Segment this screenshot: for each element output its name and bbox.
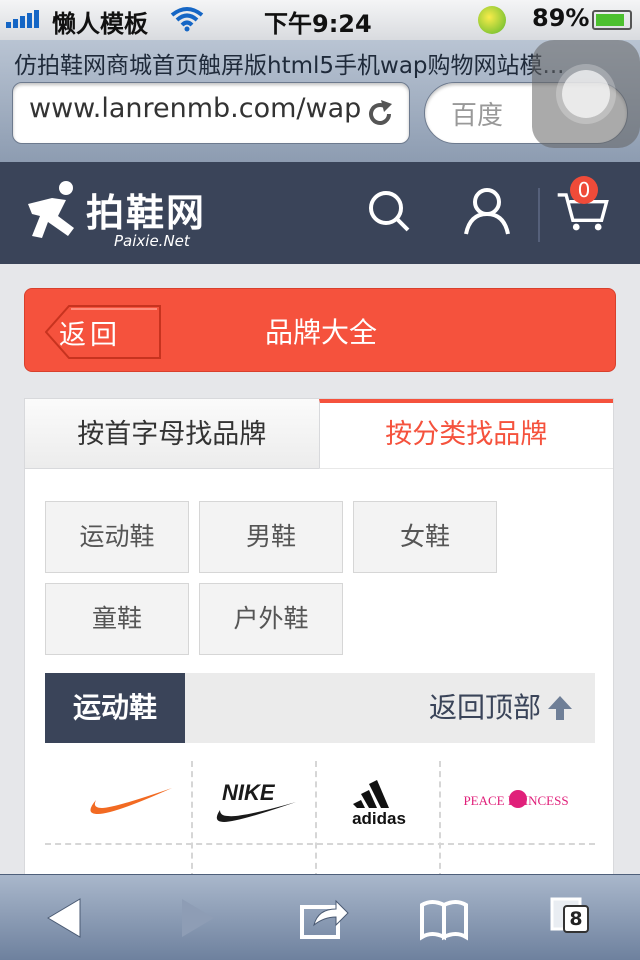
user-icon[interactable] <box>460 184 514 238</box>
header-divider <box>538 188 540 242</box>
category-outdoor[interactable]: 户外鞋 <box>199 583 343 655</box>
browser-toolbar: 8 <box>0 874 640 960</box>
app-status-icon <box>478 6 506 34</box>
logo-text: 拍鞋网 <box>86 190 207 235</box>
tab-by-category[interactable]: 按分类找品牌 <box>318 399 613 469</box>
category-sports[interactable]: 运动鞋 <box>45 501 189 573</box>
arrow-up-icon <box>548 696 572 720</box>
brand-row-divider <box>45 843 595 845</box>
brand-logo-nike[interactable]: NIKE <box>193 761 317 841</box>
tab-by-letter[interactable]: 按首字母找品牌 <box>25 399 319 469</box>
forward-arrow-icon[interactable] <box>168 895 220 941</box>
swoosh-icon <box>90 788 172 814</box>
cart-count-badge: 0 <box>570 176 598 204</box>
site-header: 拍鞋网 Paixie.Net <box>0 162 640 264</box>
title-bar: 返回 品牌大全 <box>24 288 616 372</box>
brand-name: adidas <box>352 809 406 828</box>
category-men[interactable]: 男鞋 <box>199 501 343 573</box>
nike-logo-icon: NIKE <box>216 780 296 822</box>
page-title: 仿拍鞋网商城首页触屏版html5手机wap购物网站模... <box>14 53 565 79</box>
section-header: 运动鞋 返回顶部 <box>45 673 595 743</box>
tab-count-badge: 8 <box>563 905 589 933</box>
carrier-name: 懒人模板 <box>52 10 148 38</box>
assistive-touch-button[interactable] <box>532 40 640 148</box>
back-arrow-icon[interactable] <box>42 895 94 941</box>
brand-logo-nike-swoosh[interactable] <box>67 761 191 841</box>
url-field[interactable]: www.lanrenmb.com/wap <box>12 82 410 144</box>
back-to-top-link[interactable]: 返回顶部 <box>429 673 573 743</box>
category-women[interactable]: 女鞋 <box>353 501 497 573</box>
search-icon[interactable] <box>362 184 416 238</box>
brand-logo-peace-princess[interactable]: PEACE PRINCESS <box>441 761 591 841</box>
category-kids[interactable]: 童鞋 <box>45 583 189 655</box>
brand-panel: 按首字母找品牌 按分类找品牌 运动鞋 男鞋 女鞋 童鞋 户外鞋 运动鞋 返回顶部 <box>24 398 614 879</box>
brand-logo-adidas[interactable]: adidas <box>317 761 441 841</box>
status-bar: 懒人模板 下午9:24 89% <box>0 0 640 40</box>
section-label: 运动鞋 <box>45 673 185 743</box>
adidas-logo-icon: adidas <box>352 780 406 828</box>
brand-name: PEACE PRINCESS <box>463 793 568 808</box>
bookmarks-icon[interactable] <box>418 895 470 941</box>
site-logo[interactable]: 拍鞋网 Paixie.Net <box>22 176 232 252</box>
signal-icon <box>6 10 39 28</box>
share-icon[interactable] <box>298 895 350 941</box>
clock: 下午9:24 <box>264 10 372 38</box>
brand-grid: NIKE adidas PEACE PRINCESS <box>45 761 595 879</box>
battery-icon <box>592 10 632 30</box>
reload-icon[interactable] <box>364 98 396 130</box>
tab-bar: 按首字母找品牌 按分类找品牌 <box>25 399 613 469</box>
brand-name: NIKE <box>222 780 276 805</box>
logo-subtext: Paixie.Net <box>114 232 190 250</box>
main-content: 返回 品牌大全 按首字母找品牌 按分类找品牌 运动鞋 男鞋 女鞋 童鞋 户外鞋 … <box>0 264 640 879</box>
peace-princess-logo-icon: PEACE PRINCESS <box>463 790 569 808</box>
back-to-top-label[interactable]: 返回顶部 <box>429 673 541 743</box>
wifi-icon <box>170 7 204 32</box>
page-heading: 品牌大全 <box>264 316 377 349</box>
battery-percent: 89% <box>532 4 590 32</box>
runner-logo-icon <box>28 181 74 238</box>
browser-bar: 仿拍鞋网商城首页触屏版html5手机wap购物网站模... www.lanren… <box>0 40 640 162</box>
